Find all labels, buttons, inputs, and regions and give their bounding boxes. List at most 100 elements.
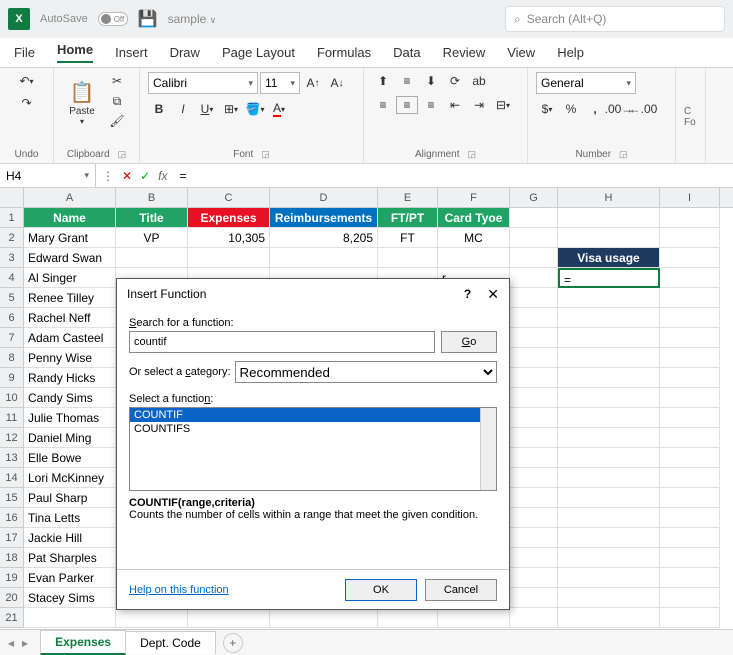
cell[interactable]: [660, 268, 720, 288]
col-header[interactable]: B: [116, 188, 188, 207]
cell[interactable]: =: [558, 268, 660, 288]
cell[interactable]: Al Singer: [24, 268, 116, 288]
row-header[interactable]: 17: [0, 528, 24, 548]
cell[interactable]: [510, 268, 558, 288]
cell[interactable]: [558, 568, 660, 588]
cell[interactable]: Candy Sims: [24, 388, 116, 408]
underline-button[interactable]: U▾: [196, 100, 218, 118]
cell[interactable]: Expenses: [188, 208, 270, 228]
decrease-indent-button[interactable]: ⇤: [444, 96, 466, 114]
align-top-button[interactable]: ⬆: [372, 72, 394, 90]
number-dialog-launcher[interactable]: ◲: [619, 149, 628, 160]
dialog-help-button[interactable]: ?: [464, 287, 471, 301]
increase-indent-button[interactable]: ⇥: [468, 96, 490, 114]
cell[interactable]: Reimbursements: [270, 208, 378, 228]
cell[interactable]: Title: [116, 208, 188, 228]
row-header[interactable]: 16: [0, 508, 24, 528]
cell[interactable]: Jackie Hill: [24, 528, 116, 548]
options-icon[interactable]: ⋮: [100, 169, 116, 183]
col-header[interactable]: E: [378, 188, 438, 207]
prev-sheet-button[interactable]: ◂: [8, 636, 14, 650]
cell[interactable]: FT: [378, 228, 438, 248]
cell[interactable]: [558, 508, 660, 528]
cell[interactable]: Renee Tilley: [24, 288, 116, 308]
enter-formula-button[interactable]: ✓: [138, 169, 152, 183]
cell[interactable]: [558, 308, 660, 328]
row-header[interactable]: 18: [0, 548, 24, 568]
cell[interactable]: [510, 388, 558, 408]
cell[interactable]: [660, 428, 720, 448]
undo-button[interactable]: ↶▾: [16, 72, 38, 90]
cell[interactable]: Lori McKinney: [24, 468, 116, 488]
cell[interactable]: [270, 608, 378, 628]
increase-font-button[interactable]: A↑: [302, 74, 324, 92]
go-button[interactable]: Go: [441, 331, 497, 353]
cell[interactable]: [558, 368, 660, 388]
cell[interactable]: [558, 488, 660, 508]
cell[interactable]: [660, 608, 720, 628]
cell[interactable]: [510, 208, 558, 228]
cell[interactable]: [510, 448, 558, 468]
tab-page-layout[interactable]: Page Layout: [222, 45, 295, 60]
dialog-close-button[interactable]: ✕: [487, 286, 499, 303]
comma-button[interactable]: ,: [584, 100, 606, 118]
cell[interactable]: [558, 408, 660, 428]
cell[interactable]: [270, 248, 378, 268]
function-item-countif[interactable]: COUNTIF: [130, 408, 496, 422]
file-name[interactable]: sample ∨: [168, 12, 217, 26]
row-header[interactable]: 12: [0, 428, 24, 448]
align-bottom-button[interactable]: ⬇: [420, 72, 442, 90]
cell[interactable]: [510, 588, 558, 608]
cell[interactable]: [660, 348, 720, 368]
cell[interactable]: Daniel Ming: [24, 428, 116, 448]
sheet-tab-expenses[interactable]: Expenses: [40, 630, 126, 655]
row-header[interactable]: 11: [0, 408, 24, 428]
cell[interactable]: [558, 348, 660, 368]
cell[interactable]: Card Tyoe: [438, 208, 510, 228]
formula-input[interactable]: =: [173, 169, 733, 183]
fill-color-button[interactable]: 🪣▾: [244, 100, 266, 118]
font-name-dropdown[interactable]: Calibri▾: [148, 72, 258, 94]
cell[interactable]: [510, 428, 558, 448]
cell[interactable]: 10,305: [188, 228, 270, 248]
cell[interactable]: [510, 288, 558, 308]
row-header[interactable]: 10: [0, 388, 24, 408]
save-icon[interactable]: 💾: [138, 9, 158, 29]
cell[interactable]: [116, 608, 188, 628]
cell[interactable]: MC: [438, 228, 510, 248]
cell[interactable]: [510, 508, 558, 528]
cell[interactable]: Julie Thomas: [24, 408, 116, 428]
tab-file[interactable]: File: [14, 45, 35, 60]
merge-button[interactable]: ⊟▾: [492, 96, 514, 114]
cell[interactable]: [660, 208, 720, 228]
cancel-button[interactable]: Cancel: [425, 579, 497, 601]
cell[interactable]: [660, 508, 720, 528]
cell[interactable]: [438, 248, 510, 268]
cell[interactable]: Penny Wise: [24, 348, 116, 368]
insert-function-button[interactable]: fx: [156, 169, 169, 183]
cell[interactable]: [378, 248, 438, 268]
cell[interactable]: [510, 528, 558, 548]
cell[interactable]: [510, 328, 558, 348]
decrease-decimal-button[interactable]: ←.00: [632, 100, 654, 118]
tab-view[interactable]: View: [507, 45, 535, 60]
function-list[interactable]: COUNTIF COUNTIFS: [129, 407, 497, 491]
cell[interactable]: [510, 408, 558, 428]
row-header[interactable]: 7: [0, 328, 24, 348]
tab-review[interactable]: Review: [443, 45, 486, 60]
cell[interactable]: [510, 468, 558, 488]
decrease-font-button[interactable]: A↓: [326, 74, 348, 92]
cell[interactable]: VP: [116, 228, 188, 248]
cell[interactable]: Tina Letts: [24, 508, 116, 528]
cell[interactable]: [558, 588, 660, 608]
number-format-dropdown[interactable]: General▾: [536, 72, 636, 94]
cell[interactable]: [510, 608, 558, 628]
accounting-button[interactable]: $▾: [536, 100, 558, 118]
ok-button[interactable]: OK: [345, 579, 417, 601]
row-header[interactable]: 9: [0, 368, 24, 388]
col-header[interactable]: D: [270, 188, 378, 207]
cell[interactable]: [558, 288, 660, 308]
cell[interactable]: [510, 488, 558, 508]
cell[interactable]: [558, 428, 660, 448]
increase-decimal-button[interactable]: .00→: [608, 100, 630, 118]
